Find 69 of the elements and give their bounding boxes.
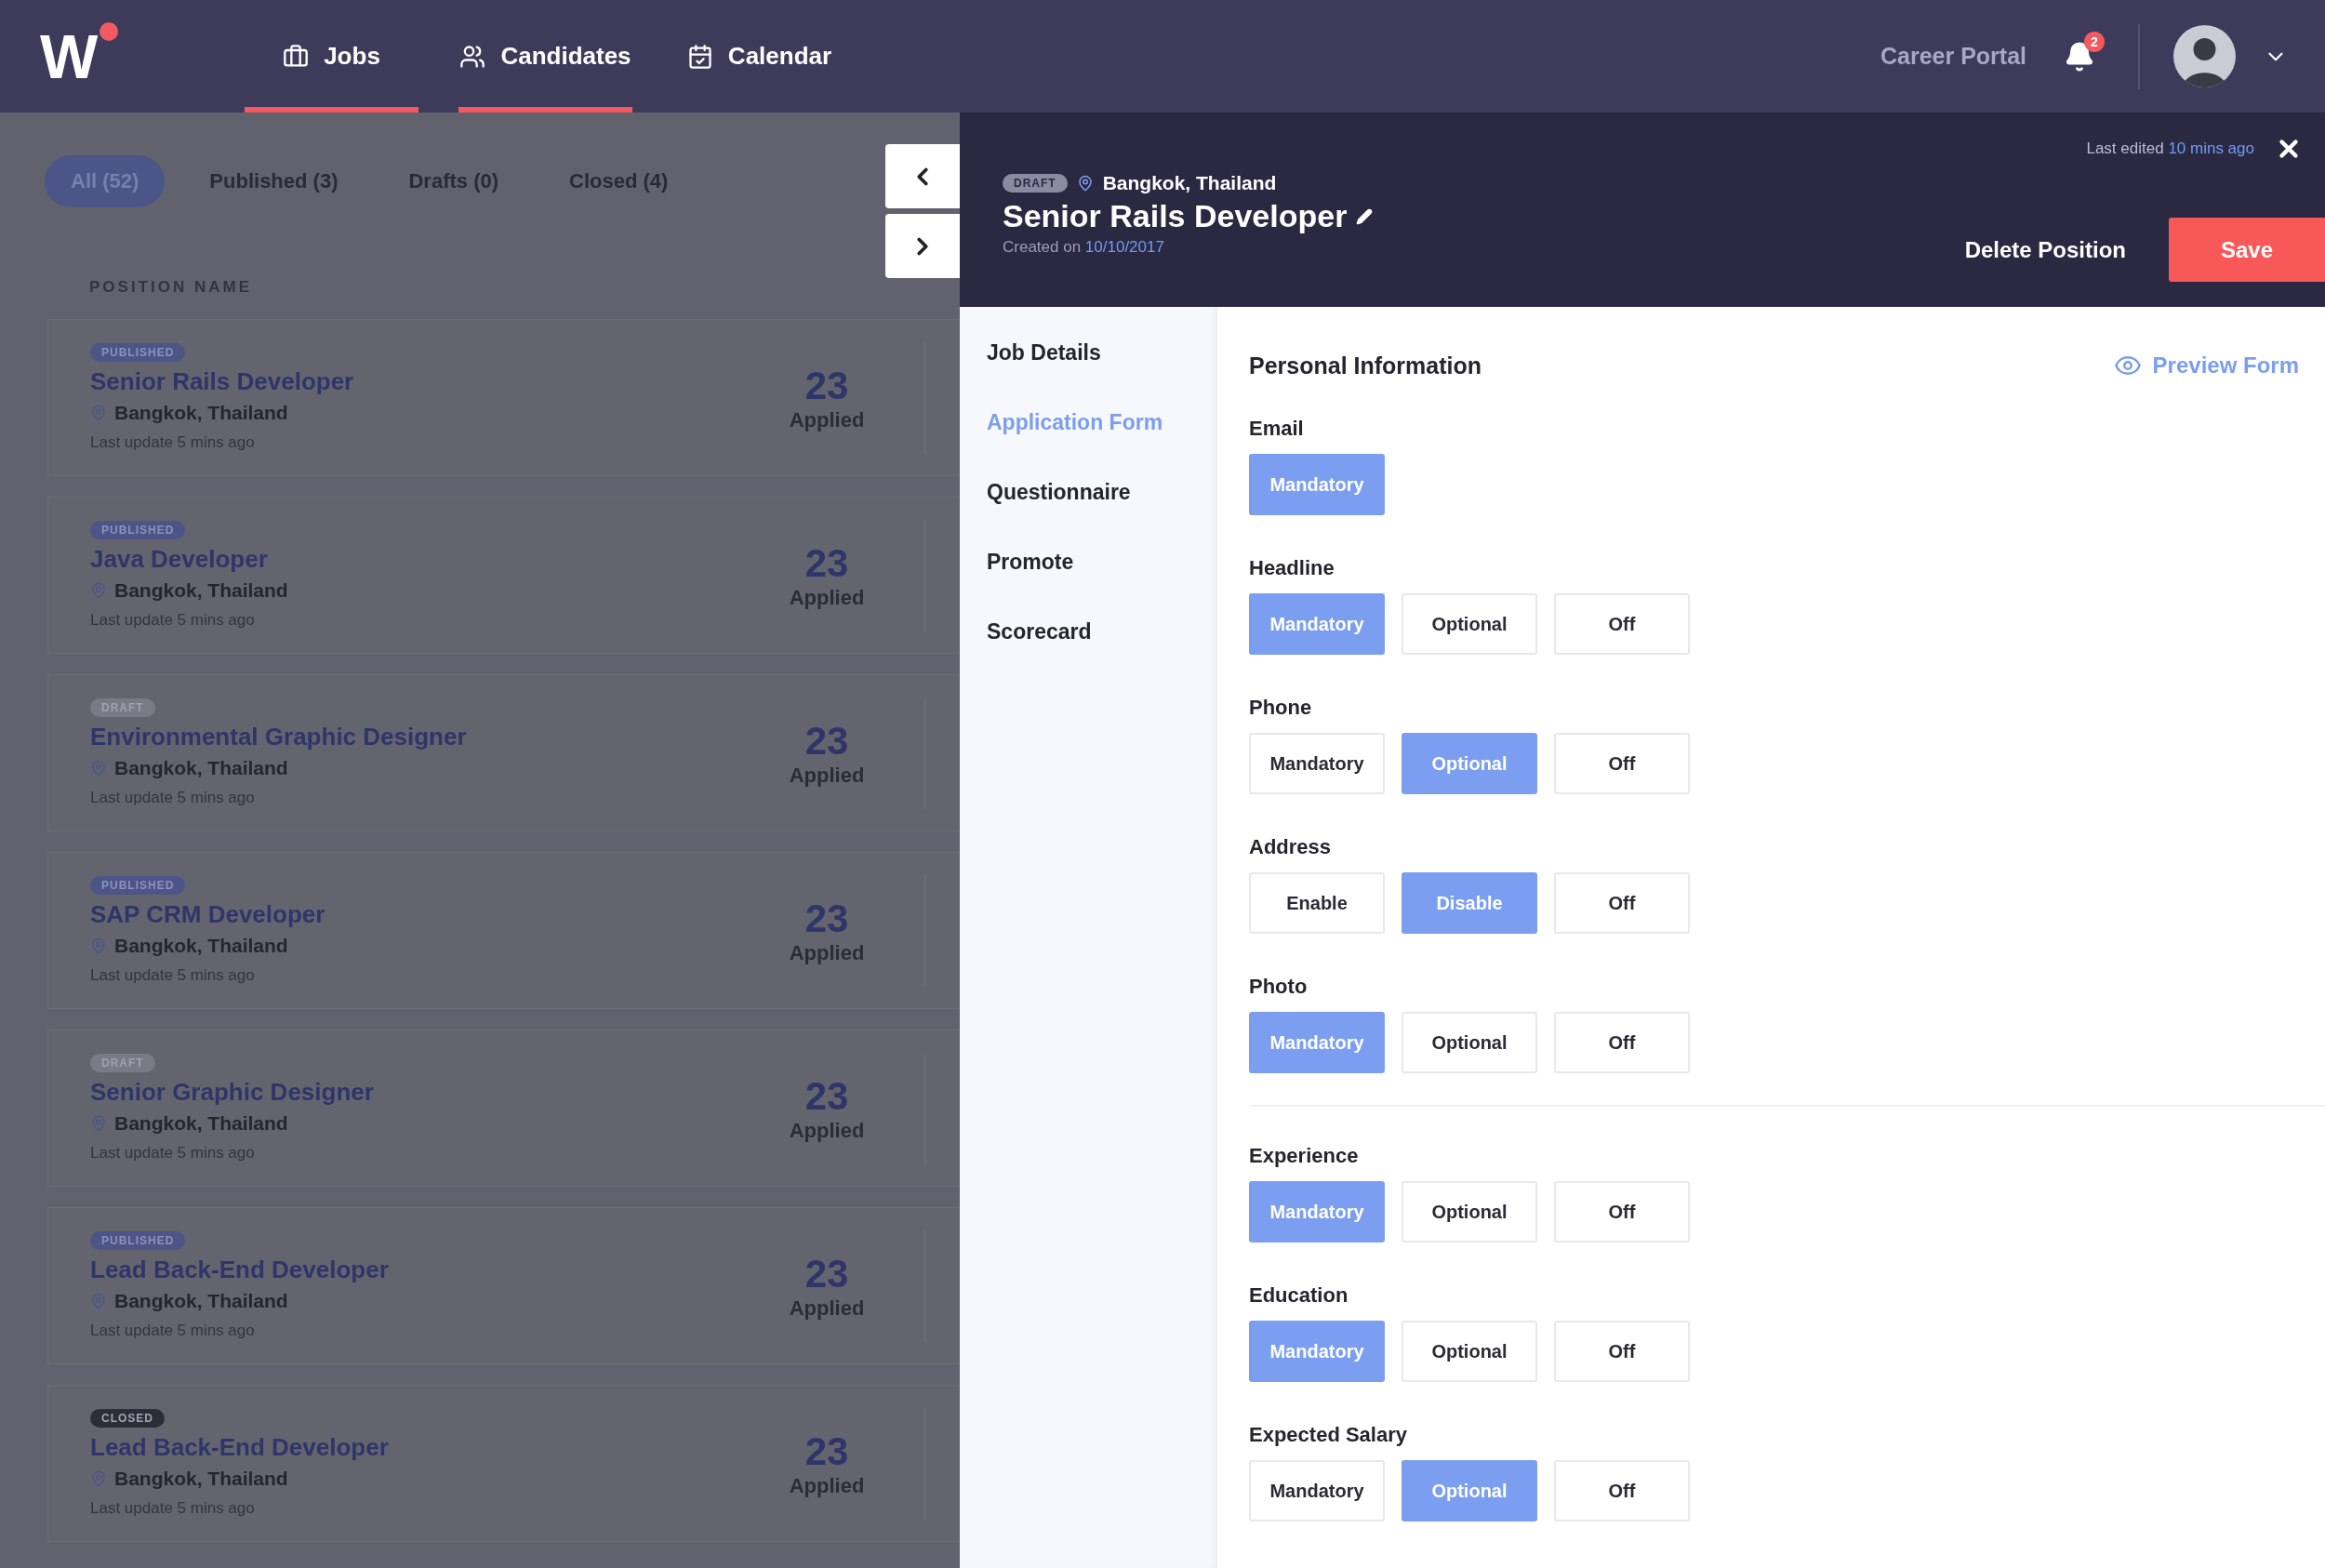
status-badge: CLOSED — [90, 1409, 165, 1428]
applied-label: Applied — [789, 1118, 865, 1143]
section-link[interactable]: Scorecard — [987, 619, 1217, 644]
option-button[interactable]: Mandatory — [1249, 733, 1385, 794]
option-button[interactable]: Off — [1554, 1321, 1690, 1382]
option-button[interactable]: Mandatory — [1249, 1460, 1385, 1521]
field-label: Education — [1249, 1283, 1349, 1308]
option-button[interactable]: Off — [1554, 872, 1690, 934]
field-label: Phone — [1249, 696, 1313, 720]
field-label: Photo — [1249, 975, 1309, 999]
applied-label: Applied — [789, 585, 865, 610]
field-label: Headline — [1249, 556, 1335, 580]
field-label: Experience — [1249, 1144, 1360, 1168]
location-pin-icon — [90, 1293, 107, 1309]
delete-position-button[interactable]: Delete Position — [1959, 235, 2132, 264]
section-link[interactable]: Job Details — [987, 340, 1217, 365]
logo: W — [40, 25, 124, 87]
option-button[interactable]: Off — [1554, 1012, 1690, 1073]
status-badge: PUBLISHED — [90, 521, 186, 539]
option-button[interactable]: Off — [1554, 1460, 1690, 1521]
applied-label: Applied — [789, 407, 865, 432]
career-portal-link[interactable]: Career Portal — [1880, 43, 2026, 70]
option-button[interactable]: Optional — [1402, 1181, 1537, 1242]
location: Bangkok, Thailand — [114, 935, 288, 957]
location-pin-icon — [90, 760, 107, 777]
nav-tab[interactable]: Calendar — [672, 0, 846, 113]
save-button[interactable]: Save — [2169, 218, 2325, 282]
status-badge: PUBLISHED — [90, 343, 186, 362]
location-pin-icon — [90, 1470, 107, 1487]
location-pin-icon — [90, 1115, 107, 1132]
location: Bangkok, Thailand — [114, 1468, 288, 1490]
option-button[interactable]: Off — [1554, 1181, 1690, 1242]
pencil-icon[interactable] — [1356, 207, 1374, 225]
status-badge: DRAFT — [1003, 174, 1068, 193]
section-title: Personal Information — [1249, 352, 1482, 379]
option-button[interactable]: Optional — [1402, 1012, 1537, 1073]
field-label: Expected Salary — [1249, 1423, 1408, 1447]
location: Bangkok, Thailand — [114, 579, 288, 602]
position-title: Senior Rails Developer — [1003, 198, 1348, 234]
option-button[interactable]: Enable — [1249, 872, 1385, 934]
option-button[interactable]: Off — [1554, 733, 1690, 794]
applied-label: Applied — [789, 1473, 865, 1498]
location-pin-icon — [90, 582, 107, 599]
location: Bangkok, Thailand — [114, 1112, 288, 1135]
notification-count: 2 — [2084, 31, 2105, 52]
location: Bangkok, Thailand — [114, 1290, 288, 1312]
location: Bangkok, Thailand — [1102, 172, 1277, 194]
created-date: Created on 10/10/2017 — [1003, 238, 1165, 257]
location-pin-icon — [1076, 175, 1094, 192]
section-link[interactable]: Promote — [987, 550, 1217, 575]
people-icon — [459, 43, 486, 70]
location: Bangkok, Thailand — [114, 402, 288, 424]
status-badge: PUBLISHED — [90, 876, 186, 895]
last-edited: Last edited 10 mins ago — [2086, 140, 2254, 158]
calendar-icon — [686, 43, 713, 70]
location-pin-icon — [90, 937, 107, 954]
location-pin-icon — [90, 405, 107, 421]
status-badge: PUBLISHED — [90, 1231, 186, 1250]
location: Bangkok, Thailand — [114, 757, 288, 779]
section-link[interactable]: Questionnaire — [987, 480, 1217, 505]
applied-label: Applied — [789, 1296, 865, 1321]
option-button[interactable]: Off — [1554, 593, 1690, 655]
option-button[interactable]: Optional — [1402, 1321, 1537, 1382]
option-button[interactable]: Optional — [1402, 593, 1537, 655]
field-label: Address — [1249, 835, 1333, 859]
field-label: Email — [1249, 417, 1305, 441]
applied-label: Applied — [789, 763, 865, 788]
applied-label: Applied — [789, 940, 865, 965]
briefcase-icon — [283, 43, 310, 70]
